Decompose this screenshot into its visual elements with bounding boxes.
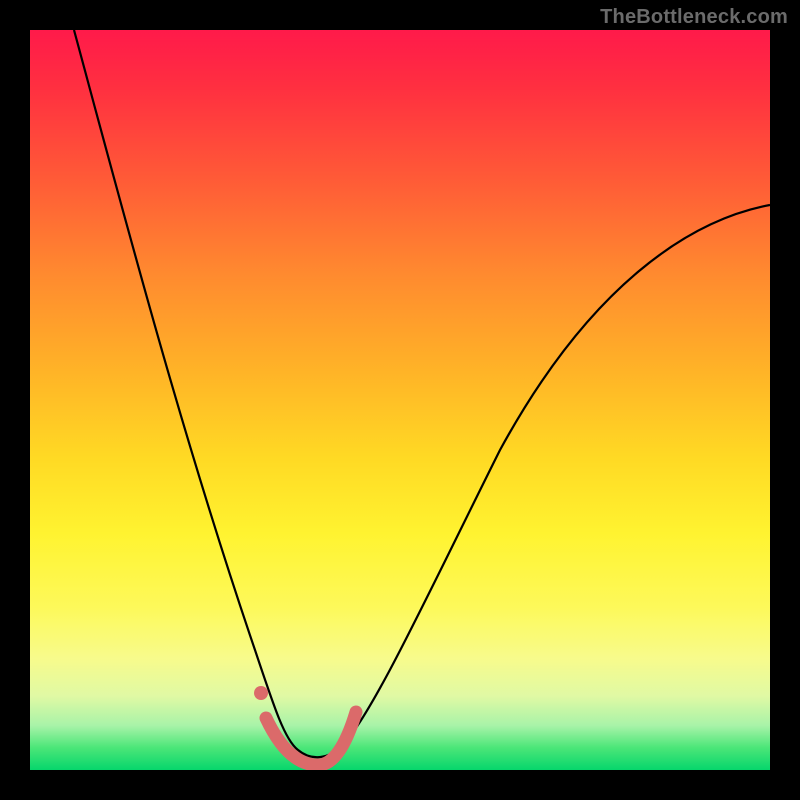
watermark-label: TheBottleneck.com bbox=[600, 6, 788, 29]
bottleneck-curve bbox=[74, 30, 770, 757]
plot-area bbox=[30, 30, 770, 770]
chart-frame: TheBottleneck.com bbox=[0, 0, 800, 800]
bottleneck-curve-svg bbox=[30, 30, 770, 770]
highlight-dot bbox=[254, 686, 268, 700]
